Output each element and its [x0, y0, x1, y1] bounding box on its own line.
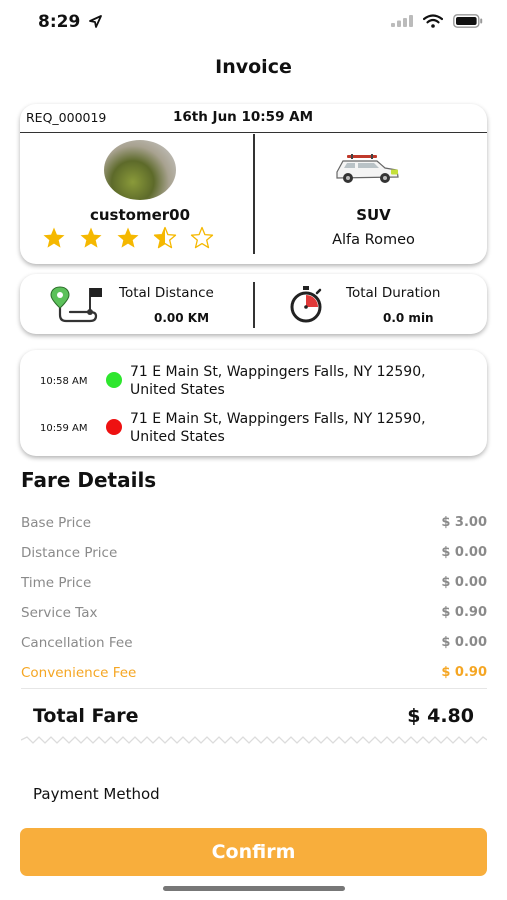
fare-row-value: $ 0.00	[441, 545, 487, 560]
star-empty-icon	[190, 226, 214, 249]
car-icon	[336, 154, 399, 183]
dropoff-dot-icon	[106, 419, 122, 435]
customer-name: customer00	[89, 206, 191, 224]
star-full-icon	[117, 227, 139, 248]
battery-icon	[453, 14, 483, 28]
location-arrow-icon	[89, 15, 102, 28]
fare-row-time-price: Time Price $ 0.00	[21, 575, 487, 591]
wifi-icon	[423, 14, 443, 28]
fare-row-label: Time Price	[21, 575, 92, 591]
vehicle-type: SUV	[356, 206, 391, 224]
customer-avatar	[104, 140, 176, 200]
fare-row-value: $ 0.90	[441, 605, 487, 620]
vehicle-model: Alfa Romeo	[332, 232, 415, 248]
duration-value: 0.0 min	[383, 311, 434, 325]
star-half-icon	[153, 226, 177, 249]
status-time: 8:29	[38, 12, 81, 32]
star-full-icon	[43, 227, 65, 248]
fare-row-value: $ 0.00	[441, 635, 487, 650]
fare-row-cancellation-fee: Cancellation Fee $ 0.00	[21, 635, 487, 651]
dropoff-address: 71 E Main St, Wappingers Falls, NY 12590…	[130, 411, 426, 445]
route-card: 10:58 AM 71 E Main St, Wappingers Falls,…	[20, 350, 487, 456]
distance-value: 0.00 KM	[154, 311, 210, 325]
fare-row-distance-price: Distance Price $ 0.00	[21, 545, 487, 561]
fare-row-label: Service Tax	[21, 605, 98, 621]
page-title: Invoice	[215, 56, 292, 78]
fare-row-service-tax: Service Tax $ 0.90	[21, 605, 487, 621]
duration-label: Total Duration	[346, 285, 441, 301]
trip-date: 16th Jun 10:59 AM	[173, 109, 314, 125]
request-id: REQ_000019	[26, 110, 107, 125]
pickup-dot-icon	[106, 372, 122, 388]
cellular-signal-icon	[391, 15, 413, 27]
dropoff-time: 10:59 AM	[40, 423, 88, 434]
payment-method-label[interactable]: Payment Method	[33, 785, 160, 803]
fare-row-value: $ 0.90	[441, 665, 487, 680]
fare-row-label: Convenience Fee	[21, 665, 137, 681]
route-icon	[50, 286, 102, 323]
rating-stars	[42, 226, 214, 250]
home-indicator[interactable]	[163, 886, 345, 891]
fare-row-label: Distance Price	[21, 545, 118, 561]
fare-details-heading: Fare Details	[21, 468, 157, 492]
confirm-button[interactable]: Confirm	[20, 828, 487, 876]
zigzag-divider	[21, 736, 487, 744]
total-fare-label: Total Fare	[33, 705, 139, 727]
total-fare-value: $ 4.80	[407, 705, 474, 727]
trip-stats-card: Total Distance 0.00 KM Total Duration 0.…	[20, 274, 487, 334]
fare-row-base-price: Base Price $ 3.00	[21, 515, 487, 531]
fare-row-value: $ 0.00	[441, 575, 487, 590]
divider	[253, 282, 255, 328]
fare-row-value: $ 3.00	[441, 515, 487, 530]
trip-summary-card: REQ_000019 16th Jun 10:59 AM customer00 …	[20, 104, 487, 264]
fare-row-convenience-fee: Convenience Fee $ 0.90	[21, 665, 487, 681]
divider	[253, 134, 255, 254]
divider	[21, 688, 487, 689]
stopwatch-icon	[290, 286, 322, 323]
pickup-address: 71 E Main St, Wappingers Falls, NY 12590…	[130, 364, 426, 398]
fare-row-label: Cancellation Fee	[21, 635, 133, 651]
pickup-time: 10:58 AM	[40, 376, 88, 387]
distance-label: Total Distance	[119, 285, 214, 301]
fare-row-label: Base Price	[21, 515, 92, 531]
star-full-icon	[80, 227, 102, 248]
